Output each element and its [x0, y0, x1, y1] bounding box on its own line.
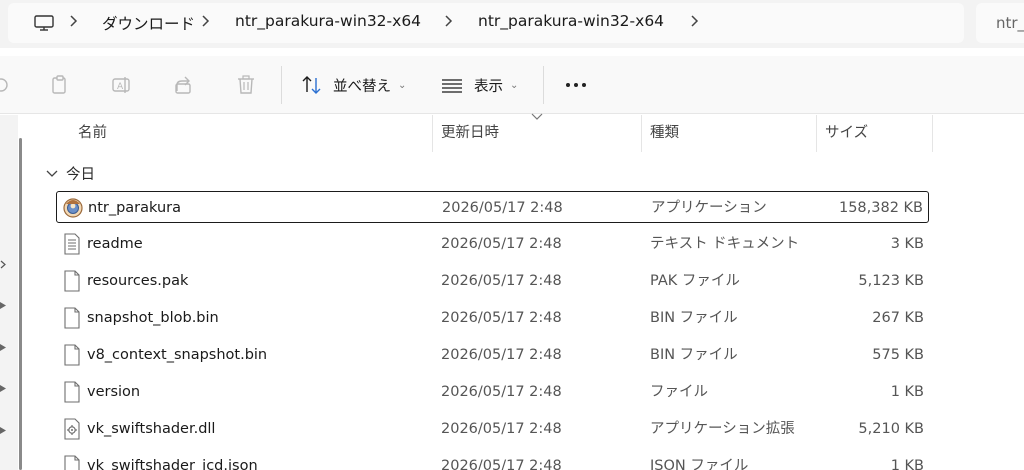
- file-name: ntr_parakura: [88, 200, 182, 216]
- file-date: 2026/05/17 2:48: [441, 421, 562, 437]
- file-row-0[interactable]: ntr_parakura 2026/05/17 2:48 アプリケーション 15…: [56, 191, 929, 223]
- toolbar-divider: [281, 66, 282, 104]
- file-row-4[interactable]: v8_context_snapshot.bin 2026/05/17 2:48 …: [56, 339, 929, 371]
- view-button[interactable]: 表示 ⌄: [441, 72, 518, 98]
- this-pc-icon[interactable]: [34, 15, 54, 31]
- search-input[interactable]: ntr_parakura-win32-x64 の検索: [976, 3, 1024, 43]
- file-name: resources.pak: [87, 273, 189, 289]
- file-icon: [64, 381, 80, 403]
- navigation-scrollbar[interactable]: [19, 138, 22, 470]
- file-date: 2026/05/17 2:48: [441, 310, 562, 326]
- file-type: アプリケーション: [651, 200, 767, 216]
- breadcrumb-chevron-icon[interactable]: [442, 11, 456, 31]
- nav-pin-icon[interactable]: [0, 301, 7, 310]
- file-date: 2026/05/17 2:48: [441, 273, 562, 289]
- breadcrumb-folder-2[interactable]: ntr_parakura-win32-x64: [478, 12, 664, 30]
- sort-button[interactable]: 並べ替え ⌄: [301, 72, 406, 98]
- file-name: vk_swiftshader.dll: [87, 421, 216, 437]
- file-name: vk_swiftshader_icd.json: [87, 458, 258, 470]
- file-size: 267 KB: [872, 310, 924, 326]
- file-date: 2026/05/17 2:48: [442, 200, 563, 216]
- text-document-icon: [64, 233, 80, 255]
- file-type: テキスト ドキュメント: [650, 236, 800, 252]
- file-row-2[interactable]: resources.pak 2026/05/17 2:48 PAK ファイル 5…: [56, 265, 929, 297]
- group-header-today[interactable]: 今日: [46, 163, 95, 184]
- group-label: 今日: [66, 167, 95, 183]
- column-divider[interactable]: [932, 115, 933, 152]
- command-bar: A 並べ替え ⌄ 表示 ⌄: [0, 56, 1024, 114]
- sort-label: 並べ替え: [333, 78, 391, 95]
- file-size: 1 KB: [890, 458, 924, 470]
- more-dot-icon: [582, 83, 586, 87]
- copy-icon[interactable]: [49, 74, 71, 96]
- file-name: readme: [87, 236, 143, 252]
- delete-icon[interactable]: [235, 74, 257, 96]
- file-name: snapshot_blob.bin: [87, 310, 219, 326]
- nav-pin-icon[interactable]: [0, 343, 7, 352]
- application-icon: [63, 198, 83, 218]
- file-type: PAK ファイル: [650, 273, 740, 289]
- chevron-down-icon: ⌄: [510, 79, 519, 91]
- chevron-down-icon: [46, 170, 58, 177]
- nav-pin-icon[interactable]: [0, 426, 7, 435]
- file-row-1[interactable]: readme 2026/05/17 2:48 テキスト ドキュメント 3 KB: [56, 228, 929, 260]
- breadcrumb-chevron-icon[interactable]: [67, 11, 81, 31]
- file-name: v8_context_snapshot.bin: [87, 347, 268, 363]
- view-list-icon: [442, 79, 462, 93]
- share-icon[interactable]: [173, 74, 195, 96]
- new-icon[interactable]: [0, 74, 12, 96]
- file-icon: [64, 307, 80, 329]
- file-row-7[interactable]: vk_swiftshader_icd.json 2026/05/17 2:48 …: [56, 450, 929, 470]
- file-icon: [64, 270, 80, 292]
- column-header-date[interactable]: 更新日時: [433, 115, 641, 152]
- file-type: ファイル: [650, 384, 708, 400]
- file-size: 1 KB: [890, 384, 924, 400]
- breadcrumb-downloads[interactable]: ダウンロード: [102, 12, 195, 34]
- file-date: 2026/05/17 2:48: [441, 458, 562, 470]
- chevron-down-icon: ⌄: [398, 79, 407, 91]
- file-size: 5,210 KB: [858, 421, 924, 437]
- rename-icon[interactable]: A: [110, 74, 132, 96]
- file-size: 575 KB: [872, 347, 924, 363]
- file-row-3[interactable]: snapshot_blob.bin 2026/05/17 2:48 BIN ファ…: [56, 302, 929, 334]
- file-date: 2026/05/17 2:48: [441, 236, 562, 252]
- file-type: BIN ファイル: [650, 310, 738, 326]
- address-bar-row: ダウンロード ntr_parakura-win32-x64 ntr_paraku…: [0, 0, 1024, 48]
- file-date: 2026/05/17 2:48: [441, 384, 562, 400]
- more-dot-icon: [574, 83, 578, 87]
- more-dot-icon: [566, 83, 570, 87]
- sort-icon: [302, 76, 321, 94]
- file-icon: [64, 455, 80, 470]
- file-row-6[interactable]: vk_swiftshader.dll 2026/05/17 2:48 アプリケー…: [56, 413, 929, 445]
- nav-pin-icon[interactable]: [0, 384, 7, 393]
- file-row-5[interactable]: version 2026/05/17 2:48 ファイル 1 KB: [56, 376, 929, 408]
- file-date: 2026/05/17 2:48: [441, 347, 562, 363]
- file-type: BIN ファイル: [650, 347, 738, 363]
- column-header-size[interactable]: サイズ: [817, 115, 932, 152]
- navigation-pane[interactable]: [0, 115, 18, 470]
- column-header-type[interactable]: 種類: [642, 115, 816, 152]
- file-type: JSON ファイル: [650, 458, 749, 470]
- nav-chevron-icon[interactable]: [0, 260, 7, 269]
- file-size: 3 KB: [890, 236, 924, 252]
- toolbar-divider: [543, 66, 544, 104]
- breadcrumb-chevron-icon[interactable]: [688, 11, 702, 31]
- more-options-button[interactable]: [562, 72, 590, 98]
- svg-text:A: A: [117, 82, 124, 92]
- file-size: 158,382 KB: [838, 200, 923, 216]
- file-size: 5,123 KB: [858, 273, 924, 289]
- view-label: 表示: [474, 78, 503, 95]
- dll-file-icon: [64, 418, 80, 440]
- file-icon: [64, 344, 80, 366]
- breadcrumb-folder-1[interactable]: ntr_parakura-win32-x64: [235, 12, 421, 30]
- breadcrumb-chevron-icon[interactable]: [199, 11, 213, 31]
- column-header-name[interactable]: 名前: [70, 115, 432, 152]
- file-name: version: [87, 384, 141, 400]
- file-type: アプリケーション拡張: [650, 421, 795, 437]
